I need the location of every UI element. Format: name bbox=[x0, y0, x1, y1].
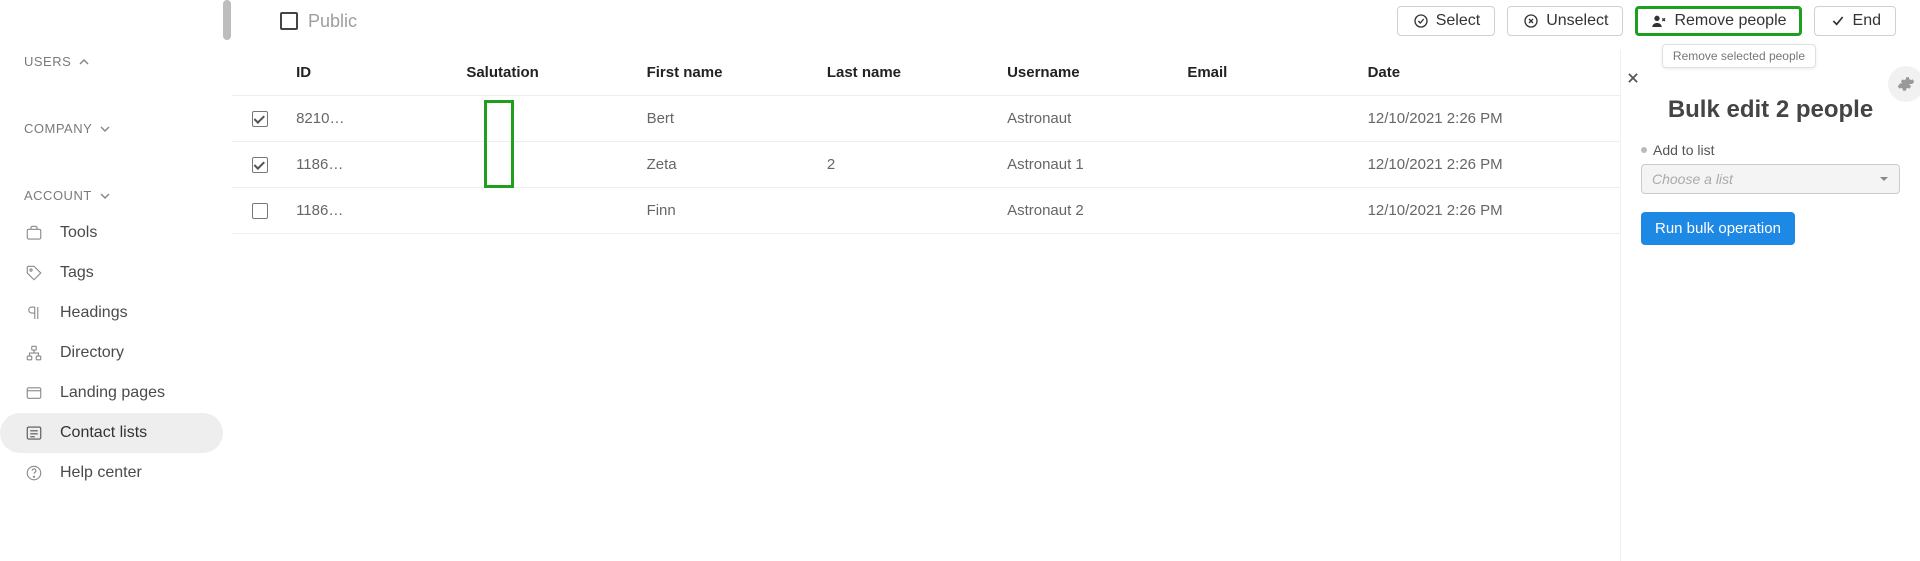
x-circle-icon bbox=[1522, 12, 1540, 30]
sidebar-item-directory[interactable]: Directory bbox=[0, 333, 223, 373]
table-row[interactable]: 1186… Zeta2Astronaut 1 12/10/2021 2:26 PM bbox=[232, 142, 1620, 188]
cell-date: 12/10/2021 2:26 PM bbox=[1360, 96, 1620, 142]
nav-section-users[interactable]: USERS bbox=[0, 44, 231, 79]
sidebar-item-label: Directory bbox=[60, 344, 124, 362]
nav-section-label: USERS bbox=[24, 54, 71, 69]
table-header-row: ID Salutation First name Last name Usern… bbox=[232, 50, 1620, 96]
sitemap-icon bbox=[24, 343, 44, 363]
cell-last-name bbox=[819, 188, 999, 234]
sidebar-item-label: Landing pages bbox=[60, 384, 165, 402]
sidebar-item-label: Headings bbox=[60, 304, 128, 322]
tag-icon bbox=[24, 263, 44, 283]
sidebar-item-landing-pages[interactable]: Landing pages bbox=[0, 373, 223, 413]
cell-email bbox=[1179, 188, 1359, 234]
nav-section-label: ACCOUNT bbox=[24, 188, 92, 203]
sidebar-item-label: Help center bbox=[60, 464, 142, 482]
unselect-button[interactable]: Unselect bbox=[1507, 6, 1623, 36]
col-salutation[interactable]: Salutation bbox=[458, 50, 638, 96]
cell-date: 12/10/2021 2:26 PM bbox=[1360, 188, 1620, 234]
toolbar: Public Select Unselect Remove people En bbox=[232, 0, 1920, 50]
cell-date: 12/10/2021 2:26 PM bbox=[1360, 142, 1620, 188]
chevron-down-icon bbox=[1879, 174, 1889, 184]
window-icon bbox=[24, 383, 44, 403]
run-bulk-operation-button[interactable]: Run bulk operation bbox=[1641, 212, 1795, 245]
sidebar: USERS COMPANY ACCOUNT Tools Tags Heading… bbox=[0, 0, 232, 561]
bulk-edit-panel: Bulk edit 2 people Add to list Choose a … bbox=[1620, 50, 1920, 561]
sidebar-item-label: Contact lists bbox=[60, 424, 147, 442]
nav-section-account[interactable]: ACCOUNT bbox=[0, 178, 231, 213]
row-checkbox[interactable] bbox=[252, 111, 268, 127]
cell-first-name: Zeta bbox=[639, 142, 819, 188]
cell-first-name: Finn bbox=[639, 188, 819, 234]
paragraph-icon bbox=[24, 303, 44, 323]
table-row[interactable]: 8210… Bert Astronaut 12/10/2021 2:26 PM bbox=[232, 96, 1620, 142]
chevron-down-icon bbox=[100, 124, 110, 134]
cell-last-name: 2 bbox=[819, 142, 999, 188]
sidebar-item-help-center[interactable]: Help center bbox=[0, 453, 223, 493]
row-checkbox[interactable] bbox=[252, 203, 268, 219]
sidebar-item-label: Tags bbox=[60, 264, 94, 282]
sidebar-item-tags[interactable]: Tags bbox=[0, 253, 223, 293]
cell-email bbox=[1179, 96, 1359, 142]
public-label: Public bbox=[308, 11, 357, 32]
sidebar-item-tools[interactable]: Tools bbox=[0, 213, 223, 253]
button-label: End bbox=[1853, 12, 1881, 30]
sidebar-item-label: Tools bbox=[60, 224, 97, 242]
cell-username: Astronaut bbox=[999, 96, 1179, 142]
cell-id: 1186… bbox=[288, 188, 458, 234]
check-icon bbox=[1829, 12, 1847, 30]
add-to-list-label: Add to list bbox=[1641, 142, 1900, 158]
sidebar-item-headings[interactable]: Headings bbox=[0, 293, 223, 333]
user-x-icon bbox=[1650, 12, 1668, 30]
nav-section-company[interactable]: COMPANY bbox=[0, 111, 231, 146]
people-table: ID Salutation First name Last name Usern… bbox=[232, 50, 1620, 561]
col-email[interactable]: Email bbox=[1179, 50, 1359, 96]
gear-icon bbox=[1897, 75, 1915, 93]
chevron-up-icon bbox=[79, 57, 89, 67]
cell-username: Astronaut 2 bbox=[999, 188, 1179, 234]
panel-settings-button[interactable] bbox=[1888, 66, 1920, 102]
check-circle-icon bbox=[1412, 12, 1430, 30]
select-placeholder: Choose a list bbox=[1652, 171, 1733, 187]
cell-salutation bbox=[458, 96, 638, 142]
cell-id: 8210… bbox=[288, 96, 458, 142]
chevron-down-icon bbox=[100, 191, 110, 201]
panel-title: Bulk edit 2 people bbox=[1641, 96, 1900, 124]
public-toggle[interactable]: Public bbox=[280, 11, 357, 32]
col-username[interactable]: Username bbox=[999, 50, 1179, 96]
row-checkbox[interactable] bbox=[252, 157, 268, 173]
col-id[interactable]: ID bbox=[288, 50, 458, 96]
sidebar-item-contact-lists[interactable]: Contact lists bbox=[0, 413, 223, 453]
sidebar-scrollbar[interactable] bbox=[223, 0, 231, 561]
remove-people-button[interactable]: Remove people bbox=[1635, 6, 1801, 36]
button-label: Unselect bbox=[1546, 12, 1608, 30]
nav-section-label: COMPANY bbox=[24, 121, 92, 136]
briefcase-icon bbox=[24, 223, 44, 243]
col-date[interactable]: Date bbox=[1360, 50, 1620, 96]
checkbox-icon bbox=[280, 12, 298, 30]
cell-first-name: Bert bbox=[639, 96, 819, 142]
cell-salutation bbox=[458, 142, 638, 188]
scrollbar-thumb[interactable] bbox=[223, 0, 231, 40]
button-label: Select bbox=[1436, 12, 1480, 30]
cell-email bbox=[1179, 142, 1359, 188]
choose-list-select[interactable]: Choose a list bbox=[1641, 164, 1900, 194]
cell-salutation bbox=[458, 188, 638, 234]
button-label: Remove people bbox=[1674, 12, 1786, 30]
select-button[interactable]: Select bbox=[1397, 6, 1495, 36]
help-icon bbox=[24, 463, 44, 483]
end-button[interactable]: End bbox=[1814, 6, 1896, 36]
list-icon bbox=[24, 423, 44, 443]
cell-username: Astronaut 1 bbox=[999, 142, 1179, 188]
close-panel-button[interactable] bbox=[1617, 62, 1649, 94]
col-last-name[interactable]: Last name bbox=[819, 50, 999, 96]
cell-id: 1186… bbox=[288, 142, 458, 188]
main-content: Public Select Unselect Remove people En bbox=[232, 0, 1920, 561]
close-icon bbox=[1626, 71, 1640, 85]
table-row[interactable]: 1186… Finn Astronaut 2 12/10/2021 2:26 PM bbox=[232, 188, 1620, 234]
col-first-name[interactable]: First name bbox=[639, 50, 819, 96]
cell-last-name bbox=[819, 96, 999, 142]
